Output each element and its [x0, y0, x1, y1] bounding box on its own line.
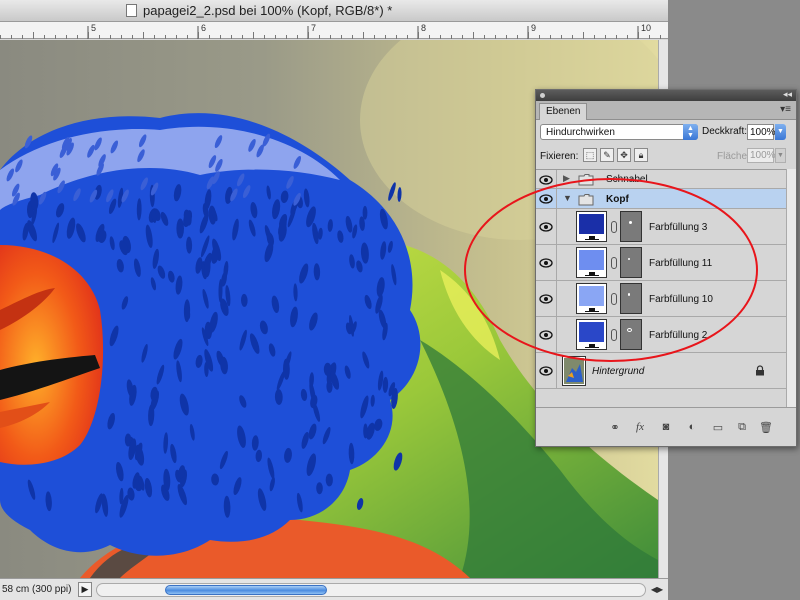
trash-icon[interactable]: 🗑︎ — [758, 421, 774, 434]
panel-menu-icon[interactable]: ▾≡ — [780, 104, 791, 115]
lock-all-icon[interactable]: 🔒︎ — [634, 148, 648, 162]
layer-name: Farbfüllung 11 — [649, 258, 713, 269]
opacity-dropdown-icon[interactable]: ▼ — [775, 124, 786, 140]
eye-separator — [556, 189, 557, 208]
status-menu-arrow-icon[interactable]: ▶ — [78, 582, 92, 597]
ruler-label: 8 — [421, 23, 427, 33]
eye-separator — [556, 245, 557, 280]
layer-thumbnail[interactable] — [576, 319, 607, 350]
layer-thumbnail[interactable] — [576, 247, 607, 278]
group-expand-arrow-icon[interactable]: ▶ — [563, 173, 570, 184]
document-title: papagei2_2.psd bei 100% (Kopf, RGB/8*) * — [143, 3, 393, 18]
adjustment-layer-icon[interactable]: ◐ — [684, 421, 700, 433]
ruler-label: 9 — [531, 23, 537, 33]
ruler-label: 7 — [311, 23, 317, 33]
document-size-info: 58 cm (300 ppi) — [2, 584, 72, 595]
layer-row-fill[interactable]: Farbfüllung 10 — [536, 281, 786, 317]
panel-bottom-toolbar: ⚭ fx ◙ ◐ ▭ ⧉ 🗑︎ — [536, 407, 796, 446]
chain-link-icon[interactable] — [611, 257, 617, 269]
chain-link-icon[interactable] — [611, 221, 617, 233]
layer-list: ▶ Schnabel ▼ Kopf Farbfüllung 3 Farbfüll… — [536, 169, 786, 407]
layer-row-fill[interactable]: Farbfüllung 11 — [536, 245, 786, 281]
layer-thumbnail[interactable] — [576, 283, 607, 314]
lock-label: Fixieren: — [540, 151, 579, 162]
opacity-input[interactable]: 100% — [747, 124, 776, 140]
folder-icon — [578, 194, 594, 206]
layer-name: Farbfüllung 3 — [649, 222, 708, 233]
feather-mark — [362, 205, 368, 220]
background-thumbnail[interactable] — [562, 356, 586, 386]
layer-name: Hintergrund — [592, 366, 645, 377]
eye-separator — [556, 209, 557, 244]
layer-row-fill[interactable]: Farbfüllung 2 — [536, 317, 786, 353]
layer-thumbnail[interactable] — [576, 211, 607, 242]
lock-image-pixels-icon[interactable]: ✎ — [600, 148, 614, 162]
collapse-panel-icon[interactable]: ◂◂ — [783, 89, 792, 100]
eye-separator — [556, 353, 557, 388]
eye-icon[interactable] — [538, 364, 554, 378]
add-mask-icon[interactable]: ◙ — [658, 421, 674, 433]
document-icon — [126, 4, 137, 17]
feather-mark — [176, 218, 184, 239]
fill-label: Fläche: — [717, 151, 750, 162]
status-bar: 58 cm (300 ppi) ▶ ◀▶ — [0, 578, 668, 600]
lock-position-icon[interactable]: ✥ — [617, 148, 631, 162]
horizontal-scrollbar[interactable] — [96, 583, 646, 597]
eye-icon[interactable] — [538, 292, 554, 306]
new-group-icon[interactable]: ▭ — [710, 421, 726, 434]
feather-mark — [363, 423, 368, 439]
scroll-right-arrow-icon[interactable]: ◀▶ — [650, 583, 664, 597]
layer-row-kopf[interactable]: ▼ Kopf — [536, 189, 786, 209]
layer-list-scrollbar[interactable] — [786, 169, 796, 407]
panel-tab-bar: Ebenen ▾≡ — [536, 101, 796, 120]
layer-row-background[interactable]: Hintergrund — [536, 353, 786, 389]
select-arrows-icon: ▲ ▼ — [683, 124, 698, 140]
layer-mask-thumbnail[interactable] — [620, 211, 642, 242]
document-titlebar[interactable]: papagei2_2.psd bei 100% (Kopf, RGB/8*) * — [0, 0, 668, 22]
layer-name: Farbfüllung 10 — [649, 294, 713, 305]
eye-separator — [556, 317, 557, 352]
fx-icon[interactable]: fx — [632, 421, 648, 433]
lock-icon — [756, 365, 764, 376]
ruler-ticks — [0, 26, 661, 39]
ruler-label: 6 — [201, 23, 207, 33]
new-layer-icon[interactable]: ⧉ — [734, 421, 750, 434]
horizontal-ruler[interactable]: 5 6 7 8 9 10 — [0, 22, 668, 39]
layer-name: Farbfüllung 2 — [649, 330, 708, 341]
horizontal-scroll-thumb[interactable] — [165, 585, 327, 595]
opacity-label: Deckkraft: — [702, 126, 748, 137]
eye-separator — [556, 170, 557, 188]
link-layers-icon[interactable]: ⚭ — [607, 421, 623, 434]
close-panel-icon[interactable] — [540, 93, 545, 98]
panel-drag-bar[interactable]: ◂◂ — [536, 89, 796, 101]
fill-input: 100% — [747, 148, 776, 163]
layer-name: Schnabel — [606, 174, 648, 185]
tab-layers[interactable]: Ebenen — [539, 103, 588, 120]
group-collapse-arrow-icon[interactable]: ▼ — [563, 193, 572, 203]
blend-mode-value: Hindurchwirken — [546, 127, 615, 138]
eye-icon[interactable] — [538, 173, 554, 187]
layer-row-fill[interactable]: Farbfüllung 3 — [536, 209, 786, 245]
fill-dropdown-icon: ▼ — [775, 148, 786, 163]
eye-icon[interactable] — [538, 192, 554, 206]
layer-mask-thumbnail[interactable] — [620, 283, 642, 314]
folder-icon — [578, 174, 594, 186]
blend-mode-select[interactable]: Hindurchwirken ▲ ▼ — [540, 124, 698, 140]
ruler-label: 5 — [91, 23, 97, 33]
chain-link-icon[interactable] — [611, 293, 617, 305]
chain-link-icon[interactable] — [611, 329, 617, 341]
eye-icon[interactable] — [538, 256, 554, 270]
lock-transparency-icon[interactable]: ⬚ — [583, 148, 597, 162]
layers-panel: ◂◂ Ebenen ▾≡ Hindurchwirken ▲ ▼ Deckkraft… — [535, 89, 797, 447]
layer-mask-thumbnail[interactable] — [620, 319, 642, 350]
layer-mask-thumbnail[interactable] — [620, 247, 642, 278]
eye-icon[interactable] — [538, 220, 554, 234]
ruler-label: 10 — [641, 23, 652, 33]
eye-separator — [556, 281, 557, 316]
layer-name: Kopf — [606, 194, 629, 205]
layer-row-schnabel[interactable]: ▶ Schnabel — [536, 170, 786, 189]
eye-icon[interactable] — [538, 328, 554, 342]
